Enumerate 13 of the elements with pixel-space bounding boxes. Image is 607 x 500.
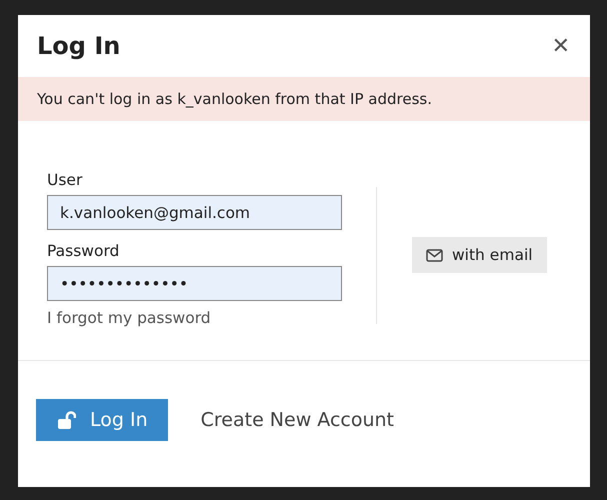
error-message: You can't log in as k_vanlooken from that IP address. [37, 90, 432, 108]
create-account-link[interactable]: Create New Account [200, 409, 394, 431]
user-label: User [47, 171, 84, 189]
login-button[interactable]: Log In [36, 399, 168, 441]
password-label: Password [47, 242, 120, 260]
password-field[interactable]: •••••••••••••• [47, 266, 342, 301]
dialog-title: Log In [37, 32, 120, 60]
email-login-button[interactable]: with email [412, 237, 547, 273]
unlock-icon [58, 410, 76, 430]
user-field[interactable]: k.vanlooken@gmail.com [47, 195, 342, 230]
envelope-icon [426, 248, 443, 262]
close-button[interactable]: ✕ [552, 34, 570, 58]
forgot-password-link[interactable]: I forgot my password [47, 309, 342, 327]
